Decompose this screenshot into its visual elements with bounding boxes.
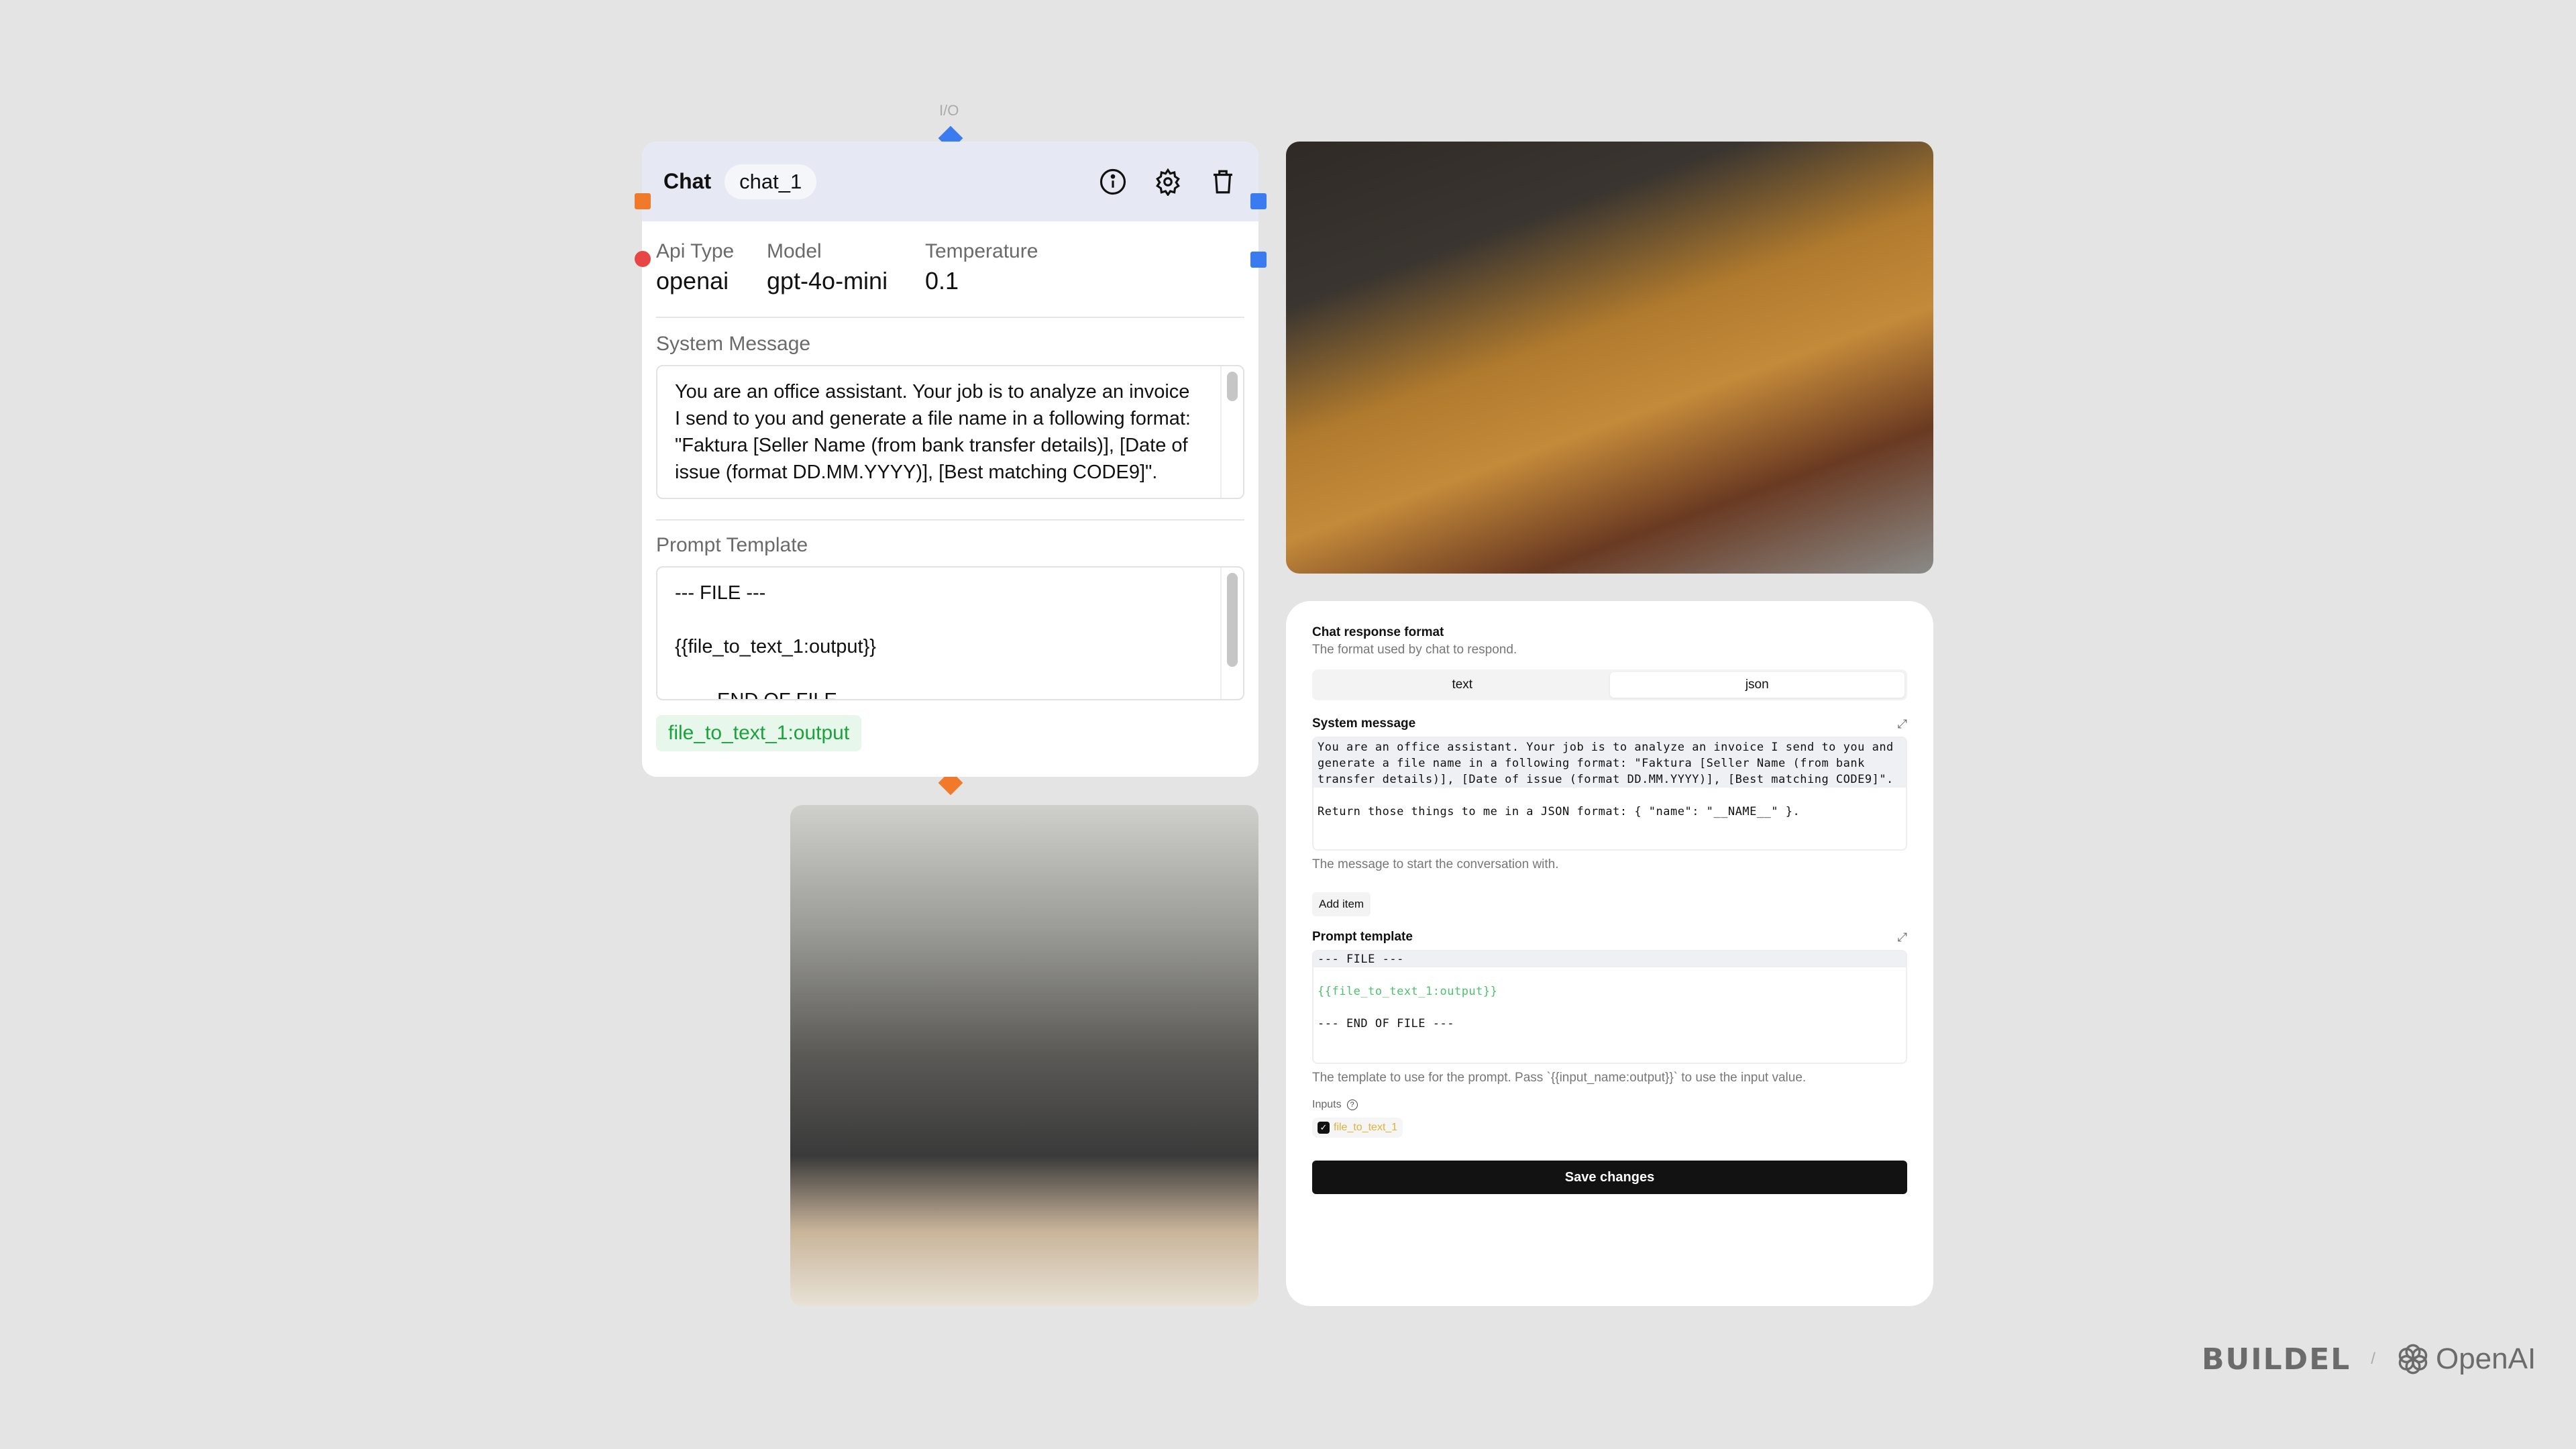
help-icon[interactable]: ? (1346, 1099, 1358, 1110)
expand-icon[interactable]: ⤢ (1898, 930, 1907, 945)
input-chip[interactable]: ✓ file_to_text_1 (1312, 1118, 1403, 1138)
checkbox-checked[interactable]: ✓ (1318, 1122, 1330, 1134)
response-format-toggle[interactable]: text json (1312, 669, 1907, 700)
prompt-template-label: Prompt Template (656, 534, 808, 556)
expand-icon[interactable]: ⤢ (1898, 717, 1907, 731)
prompt-template-title: Prompt template (1312, 930, 1413, 944)
code-line: --- FILE --- (1313, 951, 1906, 967)
input-handle[interactable] (635, 193, 651, 209)
gear-icon[interactable] (1154, 168, 1182, 196)
node-header[interactable]: Chat chat_1 (642, 142, 1258, 221)
response-format-title: Chat response format (1312, 625, 1444, 639)
inputs-label: Inputs (1312, 1099, 1342, 1110)
node-title: Chat (663, 169, 712, 193)
node-name-pill: chat_1 (724, 164, 817, 199)
scrollbar-thumb[interactable] (1227, 372, 1238, 401)
scrollbar-thumb[interactable] (1227, 573, 1238, 667)
system-message-label: System Message (656, 333, 811, 355)
prompt-template-editor[interactable]: --- FILE --- {{file_to_text_1:output}} -… (1312, 950, 1907, 1064)
io-label: I/O (939, 102, 959, 119)
prompt-line: {{file_to_text_1:output}} (675, 636, 876, 657)
info-icon[interactable] (1099, 168, 1127, 196)
error-dot (635, 251, 651, 267)
divider (656, 317, 1244, 318)
format-option-text[interactable]: text (1315, 672, 1610, 698)
add-item-button[interactable]: Add item (1312, 892, 1371, 916)
code-line: --- END OF FILE --- (1318, 1017, 1454, 1030)
prop-model: Model gpt-4o-mini (767, 240, 888, 294)
chat-node[interactable]: Chat chat_1 Api Type openai Model gpt-4o-m… (642, 142, 1258, 777)
prompt-line: --- FILE --- (675, 582, 766, 604)
input-chip-label: file_to_text_1 (1334, 1122, 1398, 1133)
save-changes-button[interactable]: Save changes (1312, 1161, 1907, 1194)
footer-logos: BUILDEL / OpenAI (2202, 1342, 2536, 1377)
format-option-json[interactable]: json (1609, 672, 1904, 698)
divider (656, 519, 1244, 521)
buildel-logo: BUILDEL (2202, 1342, 2351, 1377)
system-message-textarea[interactable]: You are an office assistant. Your job is… (656, 365, 1244, 499)
input-tag[interactable]: file_to_text_1:output (656, 715, 862, 751)
logo-separator: / (2371, 1350, 2375, 1368)
settings-panel: Chat response format The format used by … (1286, 601, 1933, 1306)
system-message-editor[interactable]: You are an office assistant. Your job is… (1312, 737, 1907, 851)
trash-icon[interactable] (1209, 168, 1237, 196)
prop-temperature: Temperature 0.1 (925, 240, 1038, 294)
openai-icon (2398, 1344, 2428, 1375)
code-line: {{file_to_text_1:output}} (1318, 985, 1498, 998)
prompt-template-hint: The template to use for the prompt. Pass… (1312, 1071, 1807, 1085)
response-format-desc: The format used by chat to respond. (1312, 643, 1517, 657)
prompt-line: --- END OF FILE --- (692, 690, 862, 700)
output-handle[interactable] (1250, 252, 1267, 268)
output-handle[interactable] (1250, 193, 1267, 209)
code-line: Return those things to me in a JSON form… (1318, 805, 1801, 818)
code-line: You are an office assistant. Your job is… (1313, 738, 1906, 788)
system-message-title: System message (1312, 716, 1416, 731)
system-message-hint: The message to start the conversation wi… (1312, 857, 1559, 871)
prop-api-type: Api Type openai (656, 240, 735, 294)
openai-wordmark: OpenAI (2435, 1342, 2536, 1375)
photo-man-writing (790, 805, 1258, 1306)
prompt-template-textarea[interactable]: --- FILE --- {{file_to_text_1:output}} -… (656, 566, 1244, 700)
system-message-text: You are an office assistant. Your job is… (675, 381, 1191, 483)
openai-logo: OpenAI (2396, 1342, 2536, 1377)
photo-laptop-typing (1286, 142, 1933, 574)
